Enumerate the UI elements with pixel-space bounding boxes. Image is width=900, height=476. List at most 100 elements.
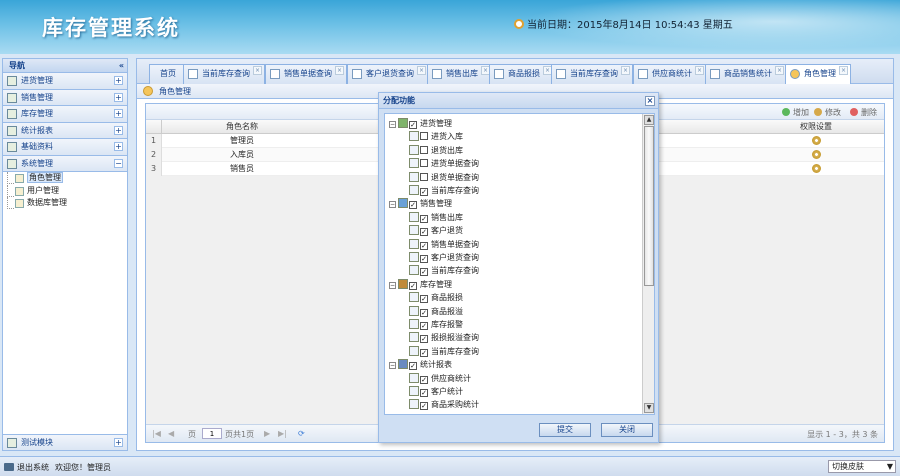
tab-customer-returns[interactable]: 客户退货查询 ×	[347, 64, 429, 84]
tree-leaf-node[interactable]: 进货单据查询	[409, 158, 479, 170]
checkbox[interactable]: ✓	[420, 308, 428, 317]
scroll-up-icon[interactable]: ▲	[644, 115, 654, 125]
first-page-icon[interactable]: |◀	[152, 429, 161, 438]
expand-icon[interactable]: +	[114, 125, 123, 135]
next-page-icon[interactable]: ▶	[264, 429, 270, 438]
checkbox[interactable]: ✓	[420, 402, 428, 411]
tree-leaf-node[interactable]: ✓ 供应商统计	[409, 372, 471, 385]
tree-leaf-node[interactable]: ✓ 当前库存查询	[409, 185, 479, 197]
checkbox[interactable]: ✓	[420, 375, 428, 384]
checkbox[interactable]: ✓	[409, 362, 417, 371]
sidebar-item-role-management[interactable]: 角色管理	[3, 172, 127, 185]
scroll-thumb[interactable]	[644, 126, 654, 286]
logout-link[interactable]: 退出系统	[4, 462, 49, 473]
tab-supplier-stats[interactable]: 供应商统计 ×	[633, 64, 707, 84]
submit-button[interactable]: 提交	[539, 423, 591, 437]
tab-sales-docs[interactable]: 销售单据查询 ×	[265, 64, 347, 84]
close-button[interactable]: 关闭	[601, 423, 653, 437]
tree-leaf-node[interactable]: ✓ 客户退货	[409, 225, 463, 237]
checkbox[interactable]: ✓	[409, 121, 417, 129]
close-icon[interactable]: ×	[775, 66, 784, 75]
refresh-icon[interactable]: ⟳	[298, 429, 305, 438]
checkbox[interactable]: ✓	[420, 268, 428, 277]
tree-leaf-node[interactable]: ✓ 商品报损	[409, 292, 463, 304]
tree-leaf-node[interactable]: ✓ 库存报警	[409, 319, 463, 331]
tree-scrollbar[interactable]: ▲ ▼	[642, 114, 654, 414]
tree-leaf-node[interactable]: ✓ 销售单据查询	[409, 238, 479, 251]
tree-group-node[interactable]: − ✓ 库存管理	[389, 278, 452, 291]
tree-leaf-node[interactable]: 进货入库	[409, 131, 463, 143]
close-icon[interactable]: ×	[417, 66, 426, 75]
tree-leaf-node[interactable]: 退货单据查询	[409, 171, 479, 184]
tree-group-node[interactable]: − ✓ 进货管理	[389, 118, 452, 130]
checkbox[interactable]: ✓	[420, 322, 428, 330]
tree-group-node[interactable]: − ✓ 销售管理	[389, 198, 452, 210]
tree-leaf-node[interactable]: ✓ 商品报溢	[409, 305, 463, 318]
nav-group-basic-data[interactable]: 基础资料 +	[3, 139, 127, 156]
checkbox[interactable]: ✓	[420, 295, 428, 304]
checkbox[interactable]: ✓	[409, 281, 417, 290]
column-header-perm[interactable]: 权限设置	[746, 120, 886, 134]
expand-icon[interactable]: +	[114, 142, 123, 151]
collapse-node-icon[interactable]: −	[389, 362, 396, 370]
tree-leaf-node[interactable]: ✓ 商品采购统计	[409, 399, 479, 411]
scroll-down-icon[interactable]: ▼	[644, 403, 654, 413]
nav-group-purchase[interactable]: 进货管理 +	[3, 73, 127, 90]
checkbox[interactable]: ✓	[420, 188, 428, 196]
checkbox[interactable]	[420, 172, 428, 181]
checkbox[interactable]: ✓	[420, 389, 428, 397]
nav-group-test[interactable]: 测试模块 +	[3, 433, 127, 450]
tree-leaf-node[interactable]: ✓ 报损报溢查询	[409, 332, 479, 344]
checkbox[interactable]: ✓	[420, 241, 428, 250]
nav-group-sales[interactable]: 销售管理 +	[3, 89, 127, 106]
checkbox[interactable]: ✓	[420, 228, 428, 237]
expand-icon[interactable]: +	[114, 76, 123, 85]
tab-sales-stats[interactable]: 商品销售统计 ×	[705, 64, 787, 84]
tree-leaf-node[interactable]: ✓ 客户退货查询	[409, 252, 479, 264]
last-page-icon[interactable]: ▶|	[278, 429, 287, 438]
tree-leaf-node[interactable]: 退货出库	[409, 144, 463, 157]
close-icon[interactable]: ×	[253, 66, 262, 75]
expand-icon[interactable]: +	[114, 92, 123, 102]
nav-group-system[interactable]: 系统管理 −	[3, 155, 127, 172]
checkbox[interactable]: ✓	[420, 255, 428, 263]
close-icon[interactable]: ×	[621, 66, 630, 75]
expand-icon[interactable]: +	[114, 437, 123, 447]
tab-current-stock-2[interactable]: 当前库存查询 ×	[551, 64, 633, 84]
edit-button[interactable]: 修改	[814, 107, 841, 118]
nav-group-reports[interactable]: 统计报表 +	[3, 122, 127, 139]
page-number-input[interactable]	[202, 428, 222, 439]
delete-button[interactable]: 删除	[850, 107, 877, 118]
close-icon[interactable]: ×	[645, 96, 655, 106]
checkbox[interactable]: ✓	[420, 214, 428, 223]
add-button[interactable]: 增加	[782, 107, 809, 118]
column-header-name[interactable]: 角色名称	[162, 120, 322, 134]
prev-page-icon[interactable]: ◀	[168, 429, 174, 438]
tree-leaf-node[interactable]: ✓ 客户统计	[409, 386, 463, 398]
collapse-node-icon[interactable]: −	[389, 281, 396, 289]
checkbox[interactable]	[420, 132, 428, 141]
collapse-group-icon[interactable]: −	[114, 158, 123, 168]
tree-leaf-node[interactable]: ✓ 当前库存查询	[409, 265, 479, 277]
sidebar-item-database-management[interactable]: 数据库管理	[3, 197, 127, 210]
checkbox[interactable]	[420, 159, 428, 168]
tree-leaf-node[interactable]: ✓ 当前库存查询	[409, 345, 479, 358]
tree-leaf-node[interactable]: ✓ 销售出库	[409, 211, 463, 224]
nav-group-stock[interactable]: 库存管理 +	[3, 106, 127, 123]
checkbox[interactable]: ✓	[409, 201, 417, 210]
tab-sales-out[interactable]: 销售出库 ×	[427, 64, 493, 84]
checkbox[interactable]: ✓	[420, 348, 428, 357]
checkbox[interactable]: ✓	[420, 335, 428, 344]
skin-select[interactable]: 切换皮肤 ▼	[828, 460, 896, 473]
collapse-node-icon[interactable]: −	[389, 121, 396, 128]
tab-damage[interactable]: 商品报损 ×	[489, 64, 555, 84]
tab-current-stock[interactable]: 当前库存查询 ×	[183, 64, 265, 84]
gear-icon[interactable]	[746, 162, 886, 178]
sidebar-item-user-management[interactable]: 用户管理	[3, 184, 127, 198]
close-icon[interactable]: ×	[839, 66, 848, 75]
close-icon[interactable]: ×	[695, 66, 704, 75]
collapse-icon[interactable]: «	[119, 59, 124, 73]
tree-group-node[interactable]: − ✓ 统计报表	[389, 359, 452, 371]
expand-icon[interactable]: +	[114, 109, 123, 118]
checkbox[interactable]	[420, 145, 428, 154]
